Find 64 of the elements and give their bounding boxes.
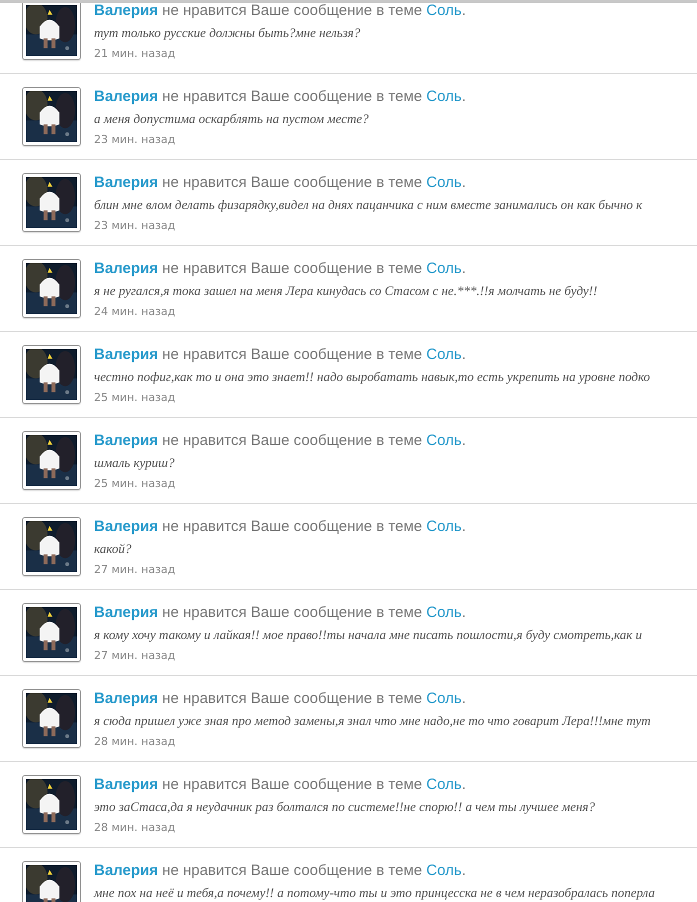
notification-title: Валерия не нравится Ваше сообщение в теме Соль. (94, 345, 467, 365)
user-link[interactable]: Валерия (94, 862, 158, 879)
message-excerpt: честно пофиг,как то и она это знает!! надо выробатать навык,то есть укрепить на уровне подко (94, 368, 650, 386)
topic-link[interactable]: Соль (426, 88, 462, 105)
notification-title: Валерия не нравится Ваше сообщение в теме Соль. (94, 87, 466, 107)
topic-link[interactable]: Соль (426, 260, 462, 277)
avatar[interactable] (22, 87, 81, 146)
notification-title: Валерия не нравится Ваше сообщение в теме Соль. (94, 517, 466, 537)
topic-link[interactable]: Соль (426, 346, 462, 363)
topic-link[interactable]: Соль (426, 174, 462, 191)
notification-title: Валерия не нравится Ваше сообщение в теме Соль. (94, 689, 467, 709)
avatar[interactable] (22, 3, 81, 60)
user-link[interactable]: Валерия (94, 604, 158, 621)
notification-title: Валерия не нравится Ваше сообщение в теме Соль. (94, 259, 467, 279)
message-excerpt: я не ругался,я тока зашел на меня Лера кинудась со Стасом с не.***.!!я молчать не буду!! (94, 282, 598, 300)
message-excerpt: мне пох на неё и тебя,а почему!! а потому-что ты и это принцесска не в чем неразобралась поперла (94, 884, 655, 902)
notification-title: Валерия не нравится Ваше сообщение в теме Соль. (94, 3, 466, 21)
timestamp: 28 мин. назад (94, 820, 176, 836)
avatar[interactable] (22, 517, 81, 576)
user-link[interactable]: Валерия (94, 518, 158, 535)
topic-link[interactable]: Соль (426, 776, 462, 793)
notification-title: Валерия не нравится Ваше сообщение в теме Соль. (94, 431, 466, 451)
timestamp: 27 мин. назад (94, 562, 176, 578)
message-excerpt: это заСтаса,да я неудачник раз болтался по системе!!не спорю!! а чем ты лучшее меня? (94, 798, 595, 816)
timestamp: 21 мин. назад (94, 46, 176, 62)
message-excerpt: тут только русские должны быть?мне нельзя? (94, 24, 362, 42)
user-link[interactable]: Валерия (94, 260, 158, 277)
message-excerpt: блин мне влом делать физарядку,видел на днях пацанчика с ним вместе занимались он как бычно к (94, 196, 642, 214)
avatar[interactable] (22, 173, 81, 232)
user-link[interactable]: Валерия (94, 174, 158, 191)
timestamp: 23 мин. назад (94, 132, 176, 148)
user-link[interactable]: Валерия (94, 690, 158, 707)
topic-link[interactable]: Соль (426, 432, 462, 449)
topic-link[interactable]: Соль (426, 862, 462, 879)
avatar[interactable] (22, 431, 81, 490)
notification-title: Валерия не нравится Ваше сообщение в теме Соль. (94, 861, 467, 881)
message-excerpt: какой? (94, 540, 132, 558)
timestamp: 25 мин. назад (94, 390, 176, 406)
message-excerpt: я кому хочу такому и лайкая!! мое право!!ты начала мне писать пошлости,я буду смотреть,как и (94, 626, 642, 644)
user-link[interactable]: Валерия (94, 3, 158, 19)
timestamp: 24 мин. назад (94, 304, 176, 320)
user-link[interactable]: Валерия (94, 88, 158, 105)
avatar[interactable] (22, 345, 81, 404)
message-excerpt: я сюда пришел уже зная про метод замены,я знал что мне надо,не то что говарит Лера!!!мне тут (94, 712, 651, 730)
user-link[interactable]: Валерия (94, 776, 158, 793)
timestamp: 28 мин. назад (94, 734, 176, 750)
message-excerpt: шмаль куриш? (94, 454, 176, 472)
topic-link[interactable]: Соль (426, 518, 462, 535)
user-link[interactable]: Валерия (94, 346, 158, 363)
timestamp: 25 мин. назад (94, 476, 176, 492)
topic-link[interactable]: Соль (426, 604, 462, 621)
avatar[interactable] (22, 603, 81, 662)
notification-title: Валерия не нравится Ваше сообщение в теме Соль. (94, 603, 467, 623)
avatar[interactable] (22, 689, 81, 748)
avatar[interactable] (22, 775, 81, 834)
topic-link[interactable]: Соль (426, 690, 462, 707)
timestamp: 23 мин. назад (94, 218, 176, 234)
user-link[interactable]: Валерия (94, 432, 158, 449)
message-excerpt: а меня допустима оскарблять на пустом месте? (94, 110, 370, 128)
notification-title: Валерия не нравится Ваше сообщение в теме Соль. (94, 775, 467, 795)
avatar[interactable] (22, 259, 81, 318)
topic-link[interactable]: Соль (426, 3, 462, 19)
notification-title: Валерия не нравится Ваше сообщение в теме Соль. (94, 173, 467, 193)
timestamp: 27 мин. назад (94, 648, 176, 664)
